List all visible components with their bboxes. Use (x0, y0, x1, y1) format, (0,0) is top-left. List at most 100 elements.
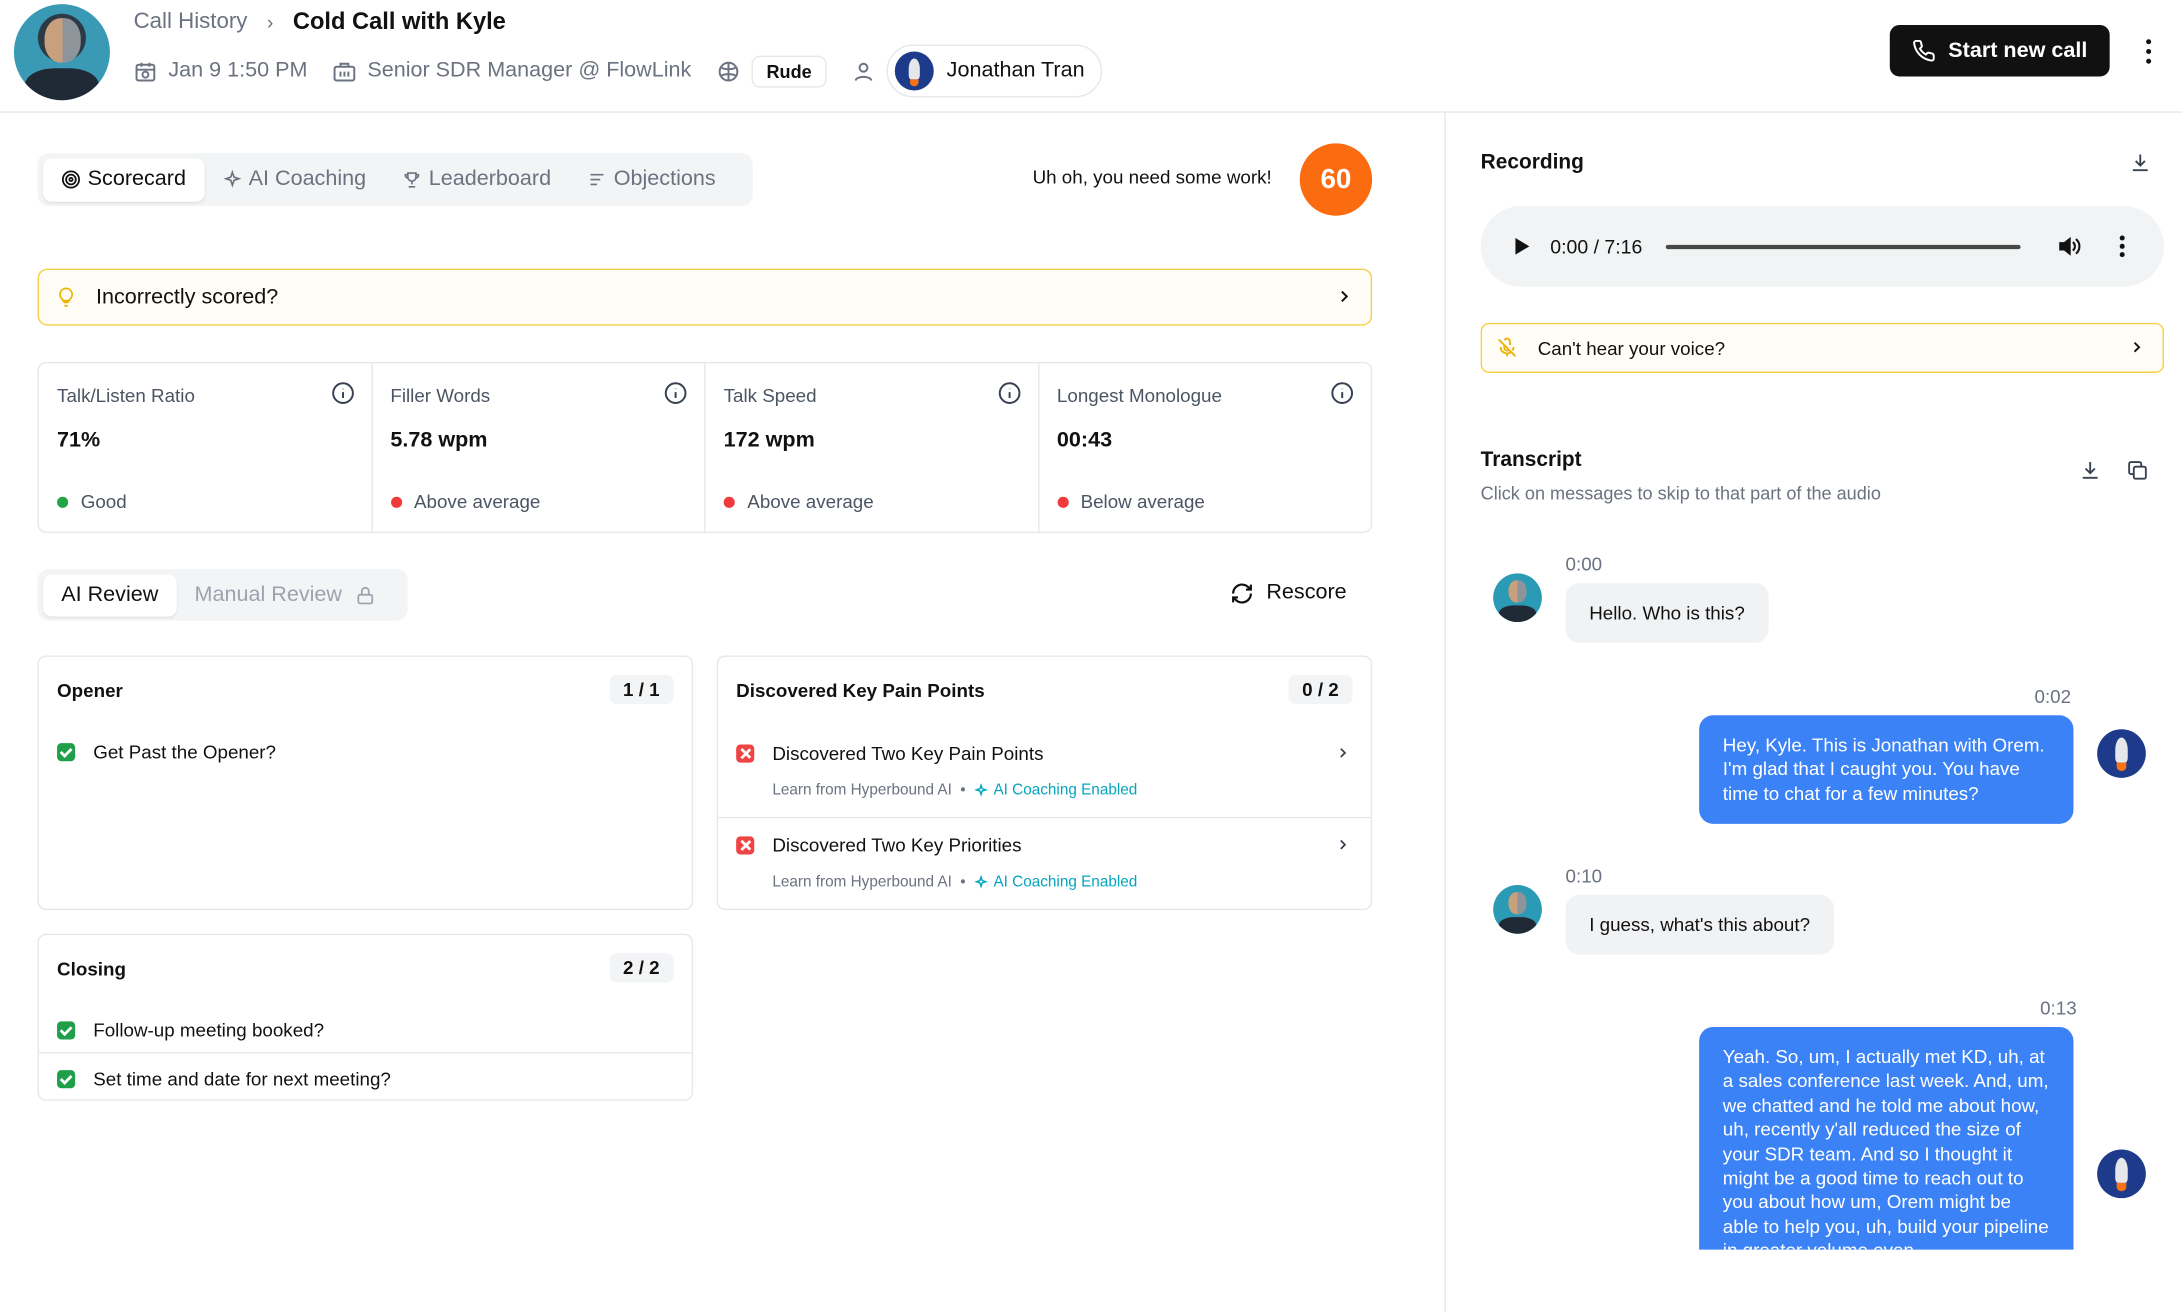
metric-status: Below average (1056, 491, 1205, 512)
learn-from-label: Learn from Hyperbound AI (772, 782, 952, 799)
tab-manual-review-label: Manual Review (194, 582, 342, 607)
transcript-message[interactable]: Hey, Kyle. This is Jonathan with Orem. I… (1699, 715, 2074, 825)
chevron-right-icon: › (266, 11, 274, 34)
transcript-message[interactable]: I guess, what's this about? (1565, 894, 1834, 956)
user-pill[interactable]: Jonathan Tran (886, 44, 1103, 98)
message-time: 0:02 (2034, 686, 2072, 707)
download-icon[interactable] (2129, 152, 2151, 174)
divider (718, 816, 1371, 819)
criterion-item[interactable]: Discovered Two Key Pain Points (736, 743, 1044, 764)
target-icon (61, 170, 80, 189)
user-avatar (2097, 1149, 2146, 1199)
pain-points-card: Discovered Key Pain Points 0 / 2 Discove… (716, 655, 1373, 911)
metric-talk-listen: Talk/Listen Ratio 71% Good (39, 363, 373, 532)
panel-divider (1444, 112, 1446, 1312)
x-icon (736, 744, 755, 763)
criterion-item[interactable]: Discovered Two Key Priorities (736, 835, 1022, 856)
card-count: 0 / 2 (1288, 674, 1353, 705)
page-header: Call History › Cold Call with Kyle Jan 9… (0, 0, 2182, 113)
transcript-subtitle: Click on messages to skip to that part o… (1480, 482, 1881, 504)
metric-status: Good (57, 491, 127, 512)
metric-label: Filler Words (390, 385, 491, 407)
ai-coaching-enabled-text: AI Coaching Enabled (993, 873, 1138, 891)
status-dot (57, 496, 69, 508)
audio-time: 0:00 / 7:16 (1550, 235, 1643, 258)
audio-progress-track[interactable] (1665, 244, 2021, 249)
status-dot (723, 496, 735, 508)
volume-icon[interactable] (2056, 234, 2082, 259)
call-meta: Jan 9 1:50 PM Senior SDR Manager @ FlowL… (134, 44, 1103, 98)
status-dot (390, 496, 402, 508)
closing-card: Closing 2 / 2 Follow-up meeting booked? … (37, 933, 694, 1101)
prospect-avatar (1493, 885, 1542, 934)
card-title: Opener (57, 680, 123, 702)
info-icon[interactable] (997, 381, 1021, 405)
audio-player: 0:00 / 7:16 (1480, 205, 2164, 287)
learn-from-label: Learn from Hyperbound AI (772, 873, 952, 891)
tab-ai-review[interactable]: AI Review (43, 574, 177, 616)
play-icon[interactable] (1514, 237, 1531, 256)
card-title: Discovered Key Pain Points (736, 680, 985, 702)
score-badge: 60 (1299, 143, 1373, 216)
divider (38, 1052, 692, 1054)
metric-talk-speed: Talk Speed 172 wpm Above average (706, 363, 1039, 532)
transcript-list[interactable]: 0:00 Hello. Who is this? 0:02 Hey, Kyle.… (1481, 532, 2164, 1250)
metric-status-text: Above average (414, 491, 541, 513)
metric-status-text: Above average (747, 491, 874, 513)
card-title: Closing (57, 958, 126, 980)
metric-status: Above average (723, 491, 874, 513)
transcript-copy[interactable] (2126, 459, 2148, 488)
prospect-role: Senior SDR Manager @ FlowLink (333, 58, 692, 83)
message-time: 0:00 (1565, 553, 1603, 575)
chevron-right-icon[interactable] (1335, 745, 1352, 762)
tab-scorecard[interactable]: Scorecard (43, 157, 205, 202)
rescore-label: Rescore (1266, 580, 1347, 604)
metric-status: Above average (390, 491, 540, 512)
chevron-right-icon (2133, 342, 2141, 353)
transcript-message[interactable]: Hello. Who is this? (1565, 583, 1769, 644)
tab-leaderboard[interactable]: Leaderboard (384, 158, 569, 201)
prospect-role-text: Senior SDR Manager @ FlowLink (367, 58, 692, 83)
bullet-separator: • (960, 782, 966, 799)
transcript-message[interactable]: Yeah. So, um, I actually met KD, uh, at … (1699, 1027, 2074, 1250)
tab-objections[interactable]: Objections (569, 158, 734, 201)
cant-hear-voice-bar[interactable]: Can't hear your voice? (1480, 322, 2164, 373)
message-time: 0:10 (1565, 865, 1603, 887)
tab-manual-review[interactable]: Manual Review (176, 574, 393, 616)
breadcrumb-call-history[interactable]: Call History (134, 10, 248, 35)
cant-hear-voice-label: Can't hear your voice? (1537, 337, 1726, 359)
ai-coaching-enabled: AI Coaching Enabled (973, 782, 1138, 799)
rescore-button[interactable]: Rescore (1230, 580, 1347, 605)
page-title: Cold Call with Kyle (292, 8, 506, 35)
ai-coaching-enabled-text: AI Coaching Enabled (993, 782, 1138, 799)
prospect-avatar (13, 4, 110, 101)
info-icon[interactable] (1330, 381, 1354, 405)
tab-leaderboard-label: Leaderboard (428, 166, 552, 191)
chevron-right-icon[interactable] (1335, 836, 1352, 853)
refresh-icon (1232, 582, 1252, 603)
user-avatar (895, 51, 935, 91)
metric-value: 172 wpm (723, 428, 815, 453)
sparkle-icon (222, 169, 241, 188)
user-icon (855, 62, 873, 81)
transcript-download[interactable] (2079, 459, 2101, 488)
tab-ai-coaching[interactable]: AI Coaching (204, 158, 384, 201)
more-vertical-icon[interactable] (2137, 36, 2159, 67)
start-new-call-button[interactable]: Start new call (1889, 25, 2110, 77)
info-icon[interactable] (331, 381, 355, 405)
criterion-item: Follow-up meeting booked? (57, 1020, 324, 1041)
trophy-icon (404, 172, 420, 188)
info-icon[interactable] (664, 381, 688, 405)
user-name: Jonathan Tran (946, 58, 1085, 83)
score-message: Uh oh, you need some work! (1032, 166, 1272, 188)
brain-icon (718, 61, 739, 81)
card-count: 2 / 2 (609, 953, 674, 983)
incorrectly-scored-bar[interactable]: Incorrectly scored? (37, 268, 1373, 326)
card-count: 1 / 1 (609, 674, 674, 705)
mic-off-icon (1498, 337, 1517, 357)
more-vertical-icon[interactable] (2115, 234, 2129, 259)
status-dot (1056, 496, 1069, 508)
main-tabs: Scorecard AI Coaching Leaderboard Object… (37, 153, 753, 206)
metric-label: Longest Monologue (1056, 385, 1222, 407)
breadcrumb: Call History › Cold Call with Kyle (134, 8, 506, 36)
